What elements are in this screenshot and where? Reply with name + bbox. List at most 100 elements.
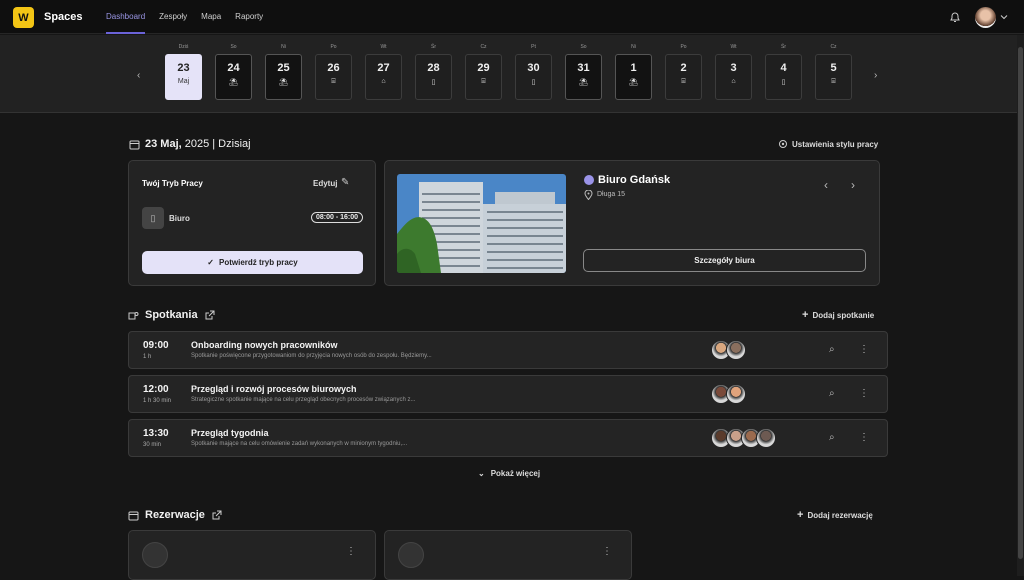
day-number: 4: [780, 62, 787, 74]
office-details-button[interactable]: Szczegóły biura: [583, 249, 866, 272]
day-item[interactable]: Ni 25 ⛱: [265, 41, 302, 100]
nav-map[interactable]: Mapa: [201, 0, 221, 34]
day-name: So: [230, 44, 237, 50]
day-number: 1: [630, 62, 637, 74]
day-name: Cz: [480, 44, 487, 50]
pencil-icon[interactable]: ✎: [341, 177, 349, 188]
add-reservation-button[interactable]: + Dodaj rezerwację: [797, 509, 873, 521]
day-item[interactable]: Cz 29 ⌸: [465, 41, 502, 100]
scrollbar[interactable]: [1017, 35, 1024, 576]
day-name: Cz: [830, 44, 837, 50]
meeting-time: 12:00: [143, 384, 169, 395]
day-number: 2: [680, 62, 687, 74]
nav-reports[interactable]: Raporty: [235, 0, 263, 34]
day-box[interactable]: 28 ▯: [415, 54, 452, 100]
chevron-left-icon[interactable]: ‹: [137, 70, 140, 81]
day-name: Śr: [431, 44, 436, 50]
meetings-title: Spotkania: [145, 309, 198, 321]
work-style-settings-link[interactable]: Ustawienia stylu pracy: [792, 140, 878, 149]
day-strip: [0, 35, 1017, 113]
day-box[interactable]: 25 ⛱: [265, 54, 302, 100]
meeting-title: Przegląd i rozwój procesów biurowych: [191, 384, 357, 394]
meeting-row[interactable]: 13:30 30 min Przegląd tygodnia Spotkanie…: [128, 419, 888, 457]
calendar-icon: [128, 511, 139, 521]
participant-avatar: [726, 340, 746, 360]
participant-avatar: [756, 428, 776, 448]
day-number: 5: [830, 62, 837, 74]
day-item[interactable]: Po 26 ⌸: [315, 41, 352, 100]
day-box[interactable]: 24 ⛱: [215, 54, 252, 100]
meeting-row[interactable]: 09:00 1 h Onboarding nowych pracowników …: [128, 331, 888, 369]
nav-dashboard[interactable]: Dashboard: [106, 0, 146, 34]
day-item[interactable]: Śr 28 ▯: [415, 41, 452, 100]
reservation-card[interactable]: ⋮: [384, 530, 632, 580]
day-box[interactable]: 31 ⛱: [565, 54, 602, 100]
more-icon[interactable]: ⋮: [602, 546, 612, 557]
plus-icon: +: [802, 309, 809, 321]
search-icon[interactable]: ⌕: [829, 344, 835, 355]
day-box[interactable]: 29 ⌸: [465, 54, 502, 100]
nav-teams[interactable]: Zespoły: [159, 0, 187, 34]
show-more-button[interactable]: ⌄ Pokaż więcej: [478, 469, 540, 478]
participant-avatars: [711, 384, 746, 404]
day-item[interactable]: Cz 5 ⌸: [815, 41, 852, 100]
day-box[interactable]: 5 ⌸: [815, 54, 852, 100]
chevron-right-icon[interactable]: ›: [851, 178, 855, 192]
day-item[interactable]: Wt 3 ⌂: [715, 41, 752, 100]
bell-icon[interactable]: [948, 10, 962, 24]
day-box[interactable]: 4 ▯: [765, 54, 802, 100]
reservation-icon: [398, 542, 424, 568]
day-item[interactable]: So 24 ⛱: [215, 41, 252, 100]
chevron-left-icon[interactable]: ‹: [824, 178, 828, 192]
chevron-down-icon: ⌄: [478, 469, 485, 478]
reservation-card[interactable]: ⋮: [128, 530, 376, 580]
day-box[interactable]: 3 ⌂: [715, 54, 752, 100]
chevron-right-icon[interactable]: ›: [874, 70, 877, 81]
office-address: Długa 15: [597, 191, 626, 198]
calendar-icon: [129, 140, 140, 150]
day-mode-icon: ⛱: [279, 79, 288, 86]
confirm-work-mode-button[interactable]: ✓ Potwierdź tryb pracy: [142, 251, 363, 274]
day-box[interactable]: 27 ⌂: [365, 54, 402, 100]
add-meeting-button[interactable]: + Dodaj spotkanie: [802, 309, 874, 321]
more-icon[interactable]: ⋮: [859, 388, 869, 399]
day-mode-icon: ⌸: [331, 78, 336, 85]
day-number: 23: [177, 62, 190, 74]
day-mode-icon: ▯: [431, 79, 436, 86]
more-icon[interactable]: ⋮: [346, 546, 356, 557]
user-avatar[interactable]: [975, 7, 996, 28]
day-item[interactable]: Pt 30 ▯: [515, 41, 552, 100]
search-icon[interactable]: ⌕: [829, 432, 835, 443]
day-item[interactable]: Śr 4 ▯: [765, 41, 802, 100]
search-icon[interactable]: ⌕: [829, 388, 835, 399]
day-mode-icon: Maj: [177, 78, 190, 85]
meeting-duration: 30 min: [143, 442, 162, 448]
day-box[interactable]: 2 ⌸: [665, 54, 702, 100]
day-box[interactable]: 26 ⌸: [315, 54, 352, 100]
external-link-icon[interactable]: [205, 310, 215, 320]
chevron-down-icon[interactable]: [1000, 13, 1008, 21]
day-item[interactable]: So 31 ⛱: [565, 41, 602, 100]
day-item[interactable]: Wt 27 ⌂: [365, 41, 402, 100]
day-name: Śr: [781, 44, 786, 50]
external-link-icon[interactable]: [212, 510, 222, 520]
current-date: 23 Maj, 2025 | Dzisiaj: [145, 138, 251, 150]
office-name: Biuro Gdańsk: [598, 174, 671, 186]
meeting-duration: 1 h: [143, 354, 152, 360]
meeting-row[interactable]: 12:00 1 h 30 min Przegląd i rozwój proce…: [128, 375, 888, 413]
day-box[interactable]: 1 ⛱: [615, 54, 652, 100]
day-item[interactable]: Ni 1 ⛱: [615, 41, 652, 100]
day-box[interactable]: 30 ▯: [515, 54, 552, 100]
day-box[interactable]: 23 Maj: [165, 54, 202, 100]
gear-icon: [779, 140, 787, 148]
day-mode-icon: ▯: [531, 79, 536, 86]
meeting-description: Spotkanie poświęcone przygotowaniom do p…: [191, 353, 432, 359]
more-icon[interactable]: ⋮: [859, 344, 869, 355]
more-icon[interactable]: ⋮: [859, 432, 869, 443]
meeting-duration: 1 h 30 min: [143, 398, 172, 404]
day-number: 26: [327, 62, 340, 74]
app-logo[interactable]: W: [13, 7, 34, 28]
day-item[interactable]: Po 2 ⌸: [665, 41, 702, 100]
day-item[interactable]: Dziś 23 Maj: [165, 41, 202, 100]
edit-work-mode-button[interactable]: Edytuj: [313, 179, 337, 188]
